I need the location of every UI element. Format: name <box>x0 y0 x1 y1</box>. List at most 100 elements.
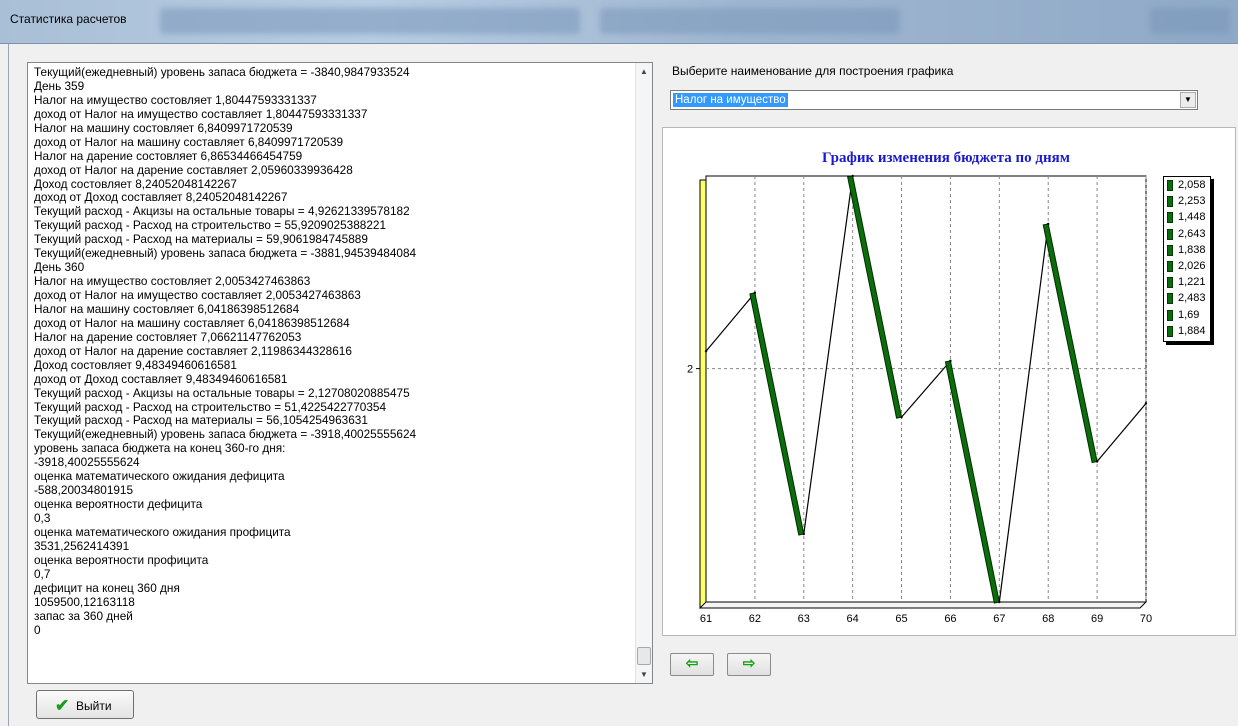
log-line: Доход состовляет 9,48349460616581 <box>34 357 237 372</box>
left-wall <box>699 179 707 609</box>
floor <box>698 601 1148 609</box>
data-point <box>949 359 952 363</box>
legend-swatch <box>1167 228 1173 240</box>
log-line: оценка вероятности дефицита <box>34 497 203 512</box>
legend-label: 1,448 <box>1178 211 1206 224</box>
x-tick-label: 61 <box>700 613 712 625</box>
log-line: доход от Налог на дарение составляет 2,1… <box>34 343 352 358</box>
log-line: Налог на машину состовляет 6,84099717205… <box>34 120 293 135</box>
chart-panel: График изменения бюджета по дням 61 62 63 6… <box>662 127 1236 636</box>
x-tick-label: 64 <box>847 613 859 625</box>
arrow-left-icon: ⇦ <box>685 655 699 672</box>
legend-item: 1,221 <box>1164 274 1210 290</box>
legend-label: 2,253 <box>1178 195 1206 208</box>
log-line: Текущий расход - Расход на материалы = 5… <box>34 232 368 247</box>
legend-swatch <box>1167 212 1173 224</box>
log-line: Текущий(ежедневный) уровень запаса бюдже… <box>34 246 417 261</box>
data-point <box>851 174 854 178</box>
log-line: 3531,2562414391 <box>34 538 130 553</box>
x-tick-label: 66 <box>944 613 956 625</box>
log-line: доход от Налог на машину составляет 6,04… <box>34 315 350 330</box>
log-line: Доход состовляет 8,24052048142267 <box>34 176 237 191</box>
log-line: Текущий расход - Акцизы на остальные тов… <box>34 204 410 219</box>
scroll-up-icon[interactable]: ▲ <box>636 63 652 80</box>
data-point <box>998 600 1001 604</box>
chart-plot: 61 62 63 64 65 66 67 68 69 70 2 <box>687 174 1152 625</box>
log-line: дефицит на конец 360 дня <box>34 580 180 595</box>
y-tick-label: 2 <box>687 364 693 376</box>
log-line: доход от Налог на имущество составляет 1… <box>34 106 368 121</box>
exit-button-label: Выйти <box>76 699 112 713</box>
legend-label: 2,643 <box>1178 227 1206 240</box>
legend-item: 1,884 <box>1164 323 1210 339</box>
log-line: Текущий(ежедневный) уровень запаса бюдже… <box>34 65 410 79</box>
log-line: Налог на дарение состовляет 7,0662114776… <box>34 329 302 344</box>
data-point <box>1047 222 1050 226</box>
legend-swatch <box>1167 244 1173 256</box>
scroll-down-icon[interactable]: ▼ <box>636 666 652 683</box>
log-line: Налог на имущество состовляет 1,80447593… <box>34 92 317 107</box>
blurred-taskbar <box>600 8 900 34</box>
log-line: уровень запаса бюджета на конец 360-го д… <box>34 441 286 456</box>
check-icon: ✔ <box>55 696 70 715</box>
log-text: Текущий(ежедневный) уровень запаса бюдже… <box>34 65 630 637</box>
log-line: доход от Налог на дарение составляет 2,0… <box>34 162 353 177</box>
x-tick-label: 67 <box>993 613 1005 625</box>
next-button[interactable]: ⇨ <box>727 653 771 676</box>
legend-item: 1,838 <box>1164 242 1210 258</box>
log-line: Текущий расход - Расход на строительство… <box>34 399 387 414</box>
log-line: запас за 360 дней <box>34 608 133 623</box>
blurred-window-controls <box>1150 8 1230 34</box>
data-point <box>704 350 708 353</box>
prev-button[interactable]: ⇦ <box>670 653 714 676</box>
log-line: доход от Налог на машину составляет 6,84… <box>34 134 344 149</box>
legend-swatch <box>1167 196 1173 208</box>
chart-series-select[interactable]: Налог на имущество ▼ <box>670 90 1198 110</box>
vertical-scrollbar[interactable]: ▲ ▼ <box>635 63 652 683</box>
legend-label: 1,221 <box>1178 276 1206 289</box>
legend-swatch <box>1167 325 1173 337</box>
legend-item: 2,643 <box>1164 226 1210 242</box>
x-tick-label: 68 <box>1042 613 1054 625</box>
log-line: Текущий расход - Расход на материалы = 5… <box>34 413 368 428</box>
legend-label: 2,483 <box>1178 292 1206 305</box>
legend-swatch <box>1167 309 1173 321</box>
x-tick-label: 70 <box>1140 613 1152 625</box>
select-label: Выберите наименование для построения гра… <box>672 64 954 78</box>
log-line: Налог на машину состовляет 6,04186398512… <box>34 301 300 316</box>
log-line: 0 <box>34 622 41 637</box>
window-title: Статистика расчетов <box>10 12 127 26</box>
log-line: -588,20034801915 <box>34 483 134 498</box>
legend-label: 1,69 <box>1178 308 1200 321</box>
data-point <box>900 415 903 419</box>
log-line: доход от Доход составляет 9,483494606165… <box>34 371 288 386</box>
chart-legend: 2,058 2,253 1,448 2,643 1,838 2,026 1,221 2,483… <box>1163 176 1211 342</box>
x-tick-label: 63 <box>798 613 810 625</box>
scroll-thumb[interactable] <box>637 647 651 665</box>
legend-item: 1,448 <box>1164 209 1210 225</box>
log-line: оценка вероятности профицита <box>34 552 209 567</box>
legend-swatch <box>1167 277 1173 289</box>
log-line: Текущий расход - Расход на строительство… <box>34 218 387 233</box>
legend-item: 2,253 <box>1164 193 1210 209</box>
legend-label: 2,026 <box>1178 259 1206 272</box>
legend-item: 2,058 <box>1164 177 1210 193</box>
legend-item: 2,483 <box>1164 290 1210 306</box>
x-tick-label: 62 <box>749 613 761 625</box>
log-line: Налог на дарение состовляет 6,8653446645… <box>34 148 303 163</box>
legend-swatch <box>1167 293 1173 305</box>
log-line: оценка математического ожидания дефицита <box>34 469 285 484</box>
data-point <box>753 291 757 295</box>
legend-item: 1,69 <box>1164 307 1210 323</box>
data-point <box>1144 402 1148 405</box>
log-line: оценка математического ожидания профицит… <box>34 524 291 539</box>
log-line: День 359 <box>34 78 85 93</box>
x-tick-label: 65 <box>895 613 907 625</box>
legend-swatch <box>1167 260 1173 272</box>
log-memo[interactable]: Текущий(ежедневный) уровень запаса бюдже… <box>27 62 653 684</box>
title-bar: Статистика расчетов <box>0 0 1238 44</box>
chevron-down-icon[interactable]: ▼ <box>1180 92 1196 108</box>
log-line: -3918,40025555624 <box>34 455 140 470</box>
exit-button[interactable]: ✔ Выйти <box>36 690 134 719</box>
log-line: Текущий(ежедневный) уровень запаса бюдже… <box>34 427 417 442</box>
